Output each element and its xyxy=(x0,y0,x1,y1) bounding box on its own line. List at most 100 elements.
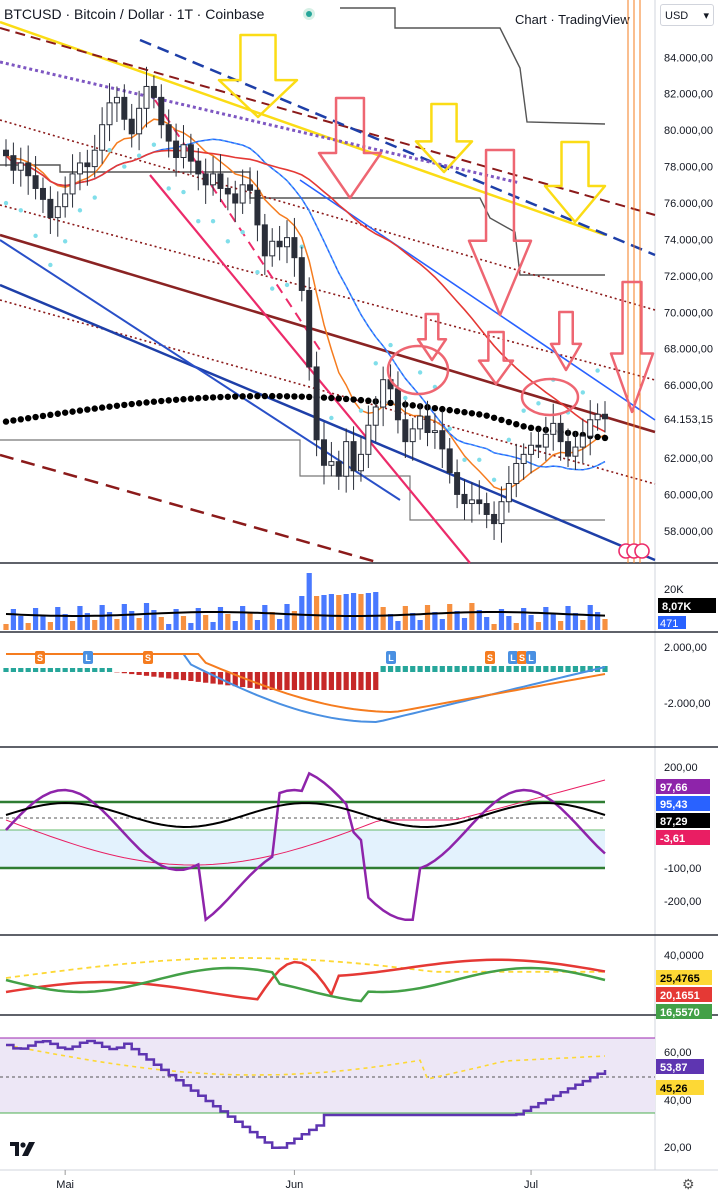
candle-body xyxy=(269,240,276,257)
candle-body xyxy=(594,413,601,421)
black-dot-wave xyxy=(453,407,461,415)
black-dot-wave xyxy=(468,410,476,417)
volume-bar xyxy=(439,619,445,630)
sar-dot xyxy=(403,395,408,401)
volume-bar xyxy=(350,593,357,630)
volume-bar xyxy=(461,618,468,630)
black-dot-wave xyxy=(350,396,357,403)
macd-histogram-bar xyxy=(136,672,142,675)
main-downtrend-line xyxy=(0,233,656,434)
sar-dot xyxy=(92,195,97,200)
dmi-value-label: 16,5570 xyxy=(660,1007,700,1019)
volume-bar xyxy=(513,623,519,630)
candle-body xyxy=(439,430,446,450)
volume-average-line xyxy=(5,611,606,617)
candle-body xyxy=(180,144,187,158)
macd-tick-label: -2.000,00 xyxy=(664,698,710,710)
signal-marker-label: S xyxy=(487,653,493,663)
dmi-tick-label: 40,0000 xyxy=(664,950,704,962)
black-dot-wave xyxy=(261,392,269,400)
volume-bar xyxy=(188,623,194,630)
macd-histogram-bar xyxy=(513,666,519,672)
red-annotation-circle xyxy=(520,377,580,417)
macd-line xyxy=(6,653,606,724)
candle-body xyxy=(579,435,586,448)
black-dot-wave xyxy=(195,395,202,402)
macd-histogram-bar xyxy=(350,672,357,690)
black-dot-wave xyxy=(476,411,483,418)
chart-canvas[interactable]: 84.000,00 82.000,00 80.000,00 78.000,00 76.0… xyxy=(0,0,718,1198)
price-tick-label: 72.000,00 xyxy=(664,271,713,283)
rsi-tick-label: 40,00 xyxy=(664,1095,692,1107)
signal-marker-label: S xyxy=(145,653,151,663)
cci-value-label: 95,43 xyxy=(660,799,688,811)
macd-histogram-bar xyxy=(498,666,505,672)
volume-bar xyxy=(313,596,320,630)
black-dot-wave xyxy=(39,412,47,420)
volume-bar xyxy=(521,608,527,630)
candle-body xyxy=(557,422,564,443)
signal-marker-label: L xyxy=(85,653,91,663)
volume-bar xyxy=(558,621,564,630)
navy-dashed-trendline xyxy=(139,38,656,257)
sar-dot xyxy=(255,270,260,275)
price-tick-label: 58.000,00 xyxy=(664,526,713,538)
black-dot-wave xyxy=(165,397,172,404)
macd-histogram-bar xyxy=(521,666,527,672)
sar-dot xyxy=(3,200,9,206)
black-dot-wave xyxy=(187,395,195,402)
volume-bar xyxy=(321,595,327,630)
navy-channel-lower xyxy=(0,283,656,562)
macd-histogram-bar xyxy=(3,668,9,672)
black-dot-wave xyxy=(335,395,342,402)
lower-dashed-trendline xyxy=(0,453,381,565)
cci-tick-label: 200,00 xyxy=(664,762,698,774)
candle-body xyxy=(84,162,91,168)
macd-histogram-bar xyxy=(173,672,179,680)
candle-body xyxy=(106,102,113,126)
volume-bar xyxy=(543,607,549,630)
sar-dot xyxy=(417,370,423,375)
volume-bar xyxy=(166,624,172,630)
last-price-label: 64.153,15 xyxy=(664,414,713,426)
volume-bar xyxy=(328,594,334,630)
volume-bar xyxy=(269,612,275,630)
candle-body xyxy=(350,441,357,472)
candle-body xyxy=(195,160,202,175)
red-annotation-arrow xyxy=(416,312,448,362)
macd-histogram-bar xyxy=(188,672,194,682)
candle-body xyxy=(513,462,520,485)
volume-bar xyxy=(40,615,46,630)
macd-histogram-bar xyxy=(336,672,342,690)
sar-dot xyxy=(373,361,378,366)
black-dot-wave xyxy=(276,392,283,400)
macd-histogram-bar xyxy=(40,668,46,672)
macd-histogram-bar xyxy=(92,668,98,672)
yellow-annotation-arrow xyxy=(217,33,299,119)
volume-bar xyxy=(380,607,386,630)
macd-histogram-bar xyxy=(55,668,61,672)
sar-dot xyxy=(521,408,526,413)
rsi-tick-label: 60,00 xyxy=(664,1047,692,1059)
candle-body xyxy=(446,448,453,474)
macd-histogram-bar xyxy=(99,668,105,672)
sar-dot xyxy=(462,457,467,463)
candle-body xyxy=(17,162,24,171)
black-dot-wave xyxy=(106,403,113,410)
di-minus-line xyxy=(5,958,606,1001)
sar-dot xyxy=(33,233,38,239)
black-dot-wave xyxy=(239,393,246,400)
volume-bar xyxy=(417,620,423,630)
candle-body xyxy=(454,472,461,495)
sar-dot xyxy=(388,342,393,348)
cci-tick-label: -200,00 xyxy=(664,896,701,908)
candle-body xyxy=(380,379,387,408)
volume-bar xyxy=(10,609,16,630)
settings-gear-icon[interactable]: ⚙ xyxy=(682,1176,695,1193)
yellow-annotation-arrow xyxy=(543,140,607,224)
candle-body xyxy=(357,453,364,472)
sar-dot xyxy=(329,415,334,421)
price-tick-label: 82.000,00 xyxy=(664,89,713,101)
black-dot-wave xyxy=(298,393,306,400)
candle-body xyxy=(417,415,424,430)
